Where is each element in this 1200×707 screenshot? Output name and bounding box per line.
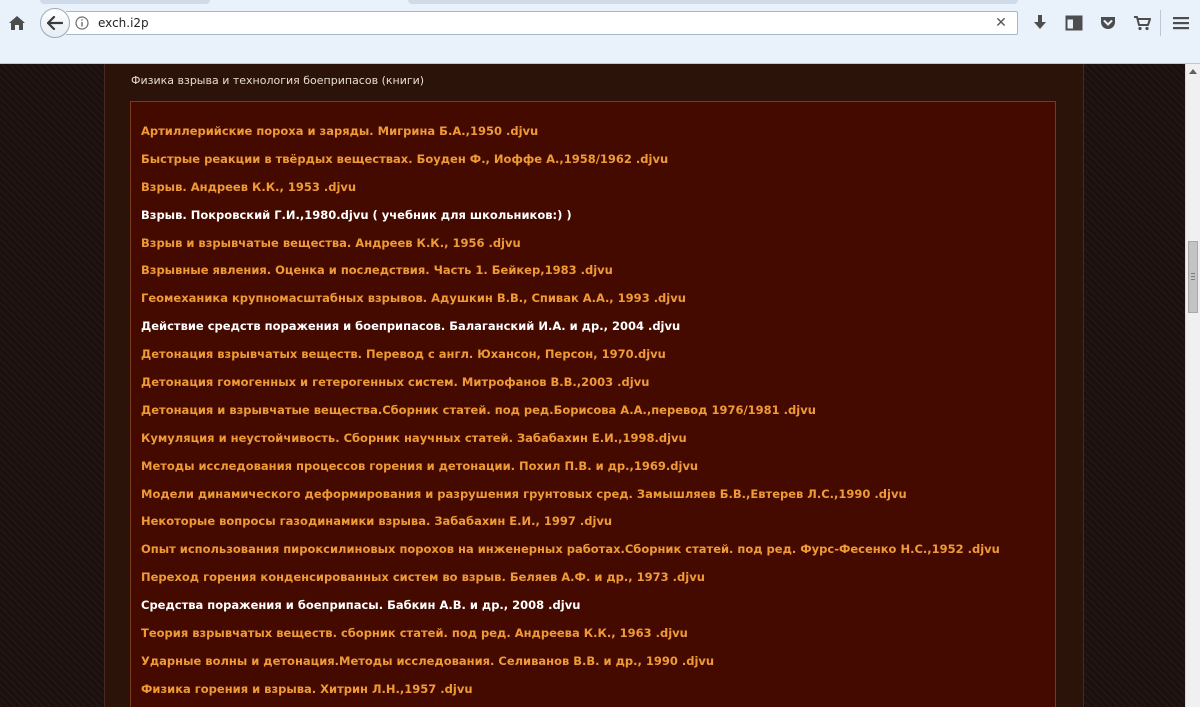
home-icon[interactable] [4,11,30,35]
book-link[interactable]: Детонация гомогенных и гетерогенных сист… [141,369,1000,397]
tab-edge [40,0,210,4]
url-bar[interactable]: exch.i2p ✕ [66,11,1018,35]
book-link[interactable]: Геомеханика крупномасштабных взрывов. Ад… [141,285,1000,313]
sidebar-icon[interactable] [1063,12,1085,34]
tab-edge [408,0,1018,4]
book-link[interactable]: Некоторые вопросы газодинамики взрыва. З… [141,508,1000,536]
book-link[interactable]: Действие средств поражения и боеприпасов… [141,313,1000,341]
book-link[interactable]: Взрыв. Покровский Г.И.,1980.djvu ( учебн… [141,202,1000,230]
grip-line [1191,273,1195,274]
book-link[interactable]: Ударные волны и детонация.Методы исследо… [141,648,1000,676]
section-title: Физика взрыва и технология боеприпасов (… [131,74,425,87]
cart-icon[interactable] [1131,12,1153,34]
book-link[interactable]: Модели динамического деформирования и ра… [141,481,1000,509]
clear-icon[interactable]: ✕ [993,15,1009,31]
book-list: Артиллерийские пороха и заряды. Мигрина … [141,118,1000,704]
content-panel: Физика взрыва и технология боеприпасов (… [104,64,1084,707]
book-link[interactable]: Артиллерийские пороха и заряды. Мигрина … [141,118,1000,146]
book-link[interactable]: Переход горения конденсированных систем … [141,564,1000,592]
toolbar-separator [1160,10,1161,36]
page-scrollbar[interactable] [1185,64,1200,707]
web-page: Физика взрыва и технология боеприпасов (… [0,64,1185,707]
scroll-up-icon[interactable] [1189,69,1197,74]
book-link[interactable]: Кумуляция и неустойчивость. Сборник науч… [141,425,1000,453]
book-list-box: Артиллерийские пороха и заряды. Мигрина … [130,101,1056,707]
back-arrow-icon[interactable] [40,8,70,38]
book-link[interactable]: Быстрые реакции в твёрдых веществах. Боу… [141,146,1000,174]
grip-line [1191,279,1195,280]
book-link[interactable]: Детонация взрывчатых веществ. Перевод с … [141,341,1000,369]
book-link[interactable]: Средства поражения и боеприпасы. Бабкин … [141,592,1000,620]
info-icon[interactable] [75,16,89,30]
pocket-icon[interactable] [1097,12,1119,34]
scrollbar-thumb[interactable] [1188,241,1198,313]
browser-toolbar: exch.i2p ✕ [0,0,1200,64]
book-link[interactable]: Взрывные явления. Оценка и последствия. … [141,257,1000,285]
book-link[interactable]: Физика горения и взрыва. Хитрин Л.Н.,195… [141,676,1000,704]
book-link[interactable]: Взрыв и взрывчатые вещества. Андреев К.К… [141,230,1000,258]
book-link[interactable]: Взрыв. Андреев К.К., 1953 .djvu [141,174,1000,202]
download-icon[interactable] [1029,12,1051,34]
book-link[interactable]: Теория взрывчатых веществ. сборник стате… [141,620,1000,648]
book-link[interactable]: Методы исследования процессов горения и … [141,453,1000,481]
hamburger-menu-icon[interactable] [1170,12,1192,34]
book-link[interactable]: Детонация и взрывчатые вещества.Сборник … [141,397,1000,425]
book-link[interactable]: Опыт использования пироксилиновых порохо… [141,536,1000,564]
grip-line [1191,276,1195,277]
url-text[interactable]: exch.i2p [98,16,149,30]
